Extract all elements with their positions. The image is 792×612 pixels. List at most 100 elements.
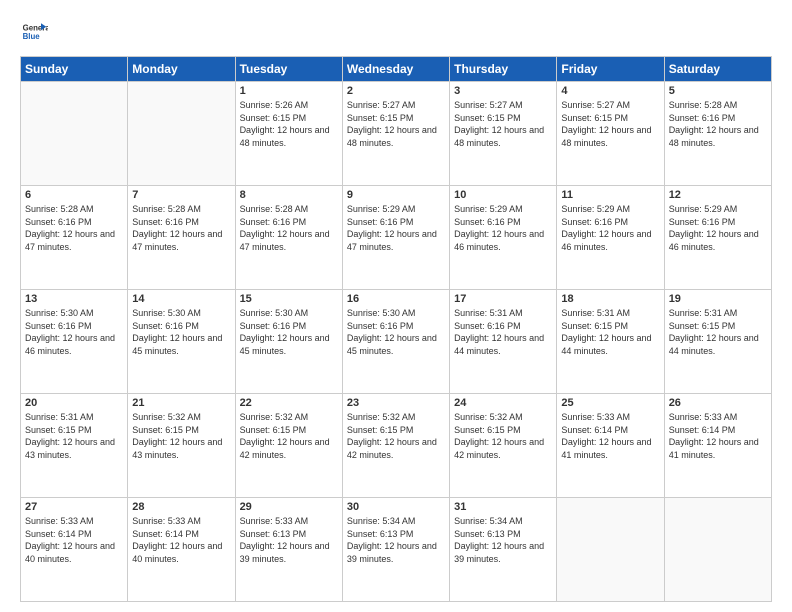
calendar-cell: 11 Sunrise: 5:29 AMSunset: 6:16 PMDayligh… [557,186,664,290]
page: General Blue Sunday Monday Tuesday Wedne… [0,0,792,612]
day-info: Sunrise: 5:31 AMSunset: 6:16 PMDaylight:… [454,307,552,357]
day-number: 30 [347,501,445,513]
calendar-cell: 16 Sunrise: 5:30 AMSunset: 6:16 PMDayligh… [342,290,449,394]
day-info: Sunrise: 5:34 AMSunset: 6:13 PMDaylight:… [454,515,552,565]
day-number: 20 [25,397,123,409]
calendar-cell: 14 Sunrise: 5:30 AMSunset: 6:16 PMDayligh… [128,290,235,394]
calendar-cell: 23 Sunrise: 5:32 AMSunset: 6:15 PMDayligh… [342,394,449,498]
day-number: 29 [240,501,338,513]
day-number: 2 [347,85,445,97]
calendar-cell: 27Sunrise: 5:33 AMSunset: 6:14 PMDayligh… [21,498,128,602]
calendar-table: Sunday Monday Tuesday Wednesday Thursday… [20,56,772,602]
day-info: Sunrise: 5:33 AMSunset: 6:14 PMDaylight:… [132,515,230,565]
day-info: Sunrise: 5:27 AMSunset: 6:15 PMDaylight:… [454,99,552,149]
calendar-cell: 7Sunrise: 5:28 AMSunset: 6:16 PMDaylight… [128,186,235,290]
day-info: Sunrise: 5:29 AMSunset: 6:16 PMDaylight:… [454,203,552,253]
calendar-cell [664,498,771,602]
day-info: Sunrise: 5:32 AMSunset: 6:15 PMDaylight:… [347,411,445,461]
calendar-week-row: 6Sunrise: 5:28 AMSunset: 6:16 PMDaylight… [21,186,772,290]
day-number: 19 [669,293,767,305]
calendar-cell: 5 Sunrise: 5:28 AMSunset: 6:16 PMDaylight… [664,82,771,186]
day-number: 3 [454,85,552,97]
calendar-cell: 31 Sunrise: 5:34 AMSunset: 6:13 PMDayligh… [450,498,557,602]
day-info: Sunrise: 5:31 AMSunset: 6:15 PMDaylight:… [25,411,123,461]
day-number: 4 [561,85,659,97]
calendar-week-row: 27 Sunrise: 5:33 AMSunset: 6:14 PMDayligh… [21,498,772,602]
day-info: Sunrise: 5:29 AMSunset: 6:16 PMDaylight:… [561,203,659,253]
day-number: 17 [454,293,552,305]
day-number: 11 [561,189,659,201]
col-sunday: Sunday [21,57,128,82]
day-number: 31 [454,501,552,513]
day-info: Sunrise: 5:31 AMSunset: 6:15 PMDaylight:… [669,307,767,357]
day-info: Sunrise: 5:34 AMSunset: 6:13 PMDaylight:… [347,515,445,565]
calendar-cell: 12Sunrise: 5:29 AMSunset: 6:16 PMDayligh… [664,186,771,290]
day-info: Sunrise: 5:27 AMSunset: 6:15 PMDaylight:… [561,99,659,149]
calendar-cell: 4 Sunrise: 5:27 AMSunset: 6:15 PMDaylight… [557,82,664,186]
calendar-cell: 18 Sunrise: 5:31 AMSunset: 6:15 PMDayligh… [557,290,664,394]
calendar-cell: 8Sunrise: 5:28 AMSunset: 6:16 PMDaylight… [235,186,342,290]
day-number: 24 [454,397,552,409]
day-info: Sunrise: 5:33 AMSunset: 6:14 PMDaylight:… [669,411,767,461]
calendar-cell: 15 Sunrise: 5:30 AMSunset: 6:16 PMDayligh… [235,290,342,394]
day-number: 28 [132,501,230,513]
logo: General Blue [20,18,52,46]
day-info: Sunrise: 5:30 AMSunset: 6:16 PMDaylight:… [25,307,123,357]
day-info: Sunrise: 5:28 AMSunset: 6:16 PMDaylight:… [669,99,767,149]
day-number: 26 [669,397,767,409]
calendar-cell: 25 Sunrise: 5:33 AMSunset: 6:14 PMDayligh… [557,394,664,498]
calendar-cell [557,498,664,602]
day-number: 14 [132,293,230,305]
day-number: 23 [347,397,445,409]
svg-text:Blue: Blue [23,32,41,41]
day-info: Sunrise: 5:27 AMSunset: 6:15 PMDaylight:… [347,99,445,149]
calendar-cell: 13Sunrise: 5:30 AMSunset: 6:16 PMDayligh… [21,290,128,394]
day-info: Sunrise: 5:32 AMSunset: 6:15 PMDaylight:… [132,411,230,461]
col-wednesday: Wednesday [342,57,449,82]
day-info: Sunrise: 5:28 AMSunset: 6:16 PMDaylight:… [132,203,230,253]
day-info: Sunrise: 5:30 AMSunset: 6:16 PMDaylight:… [240,307,338,357]
col-monday: Monday [128,57,235,82]
day-number: 16 [347,293,445,305]
day-number: 27 [25,501,123,513]
day-number: 9 [347,189,445,201]
col-saturday: Saturday [664,57,771,82]
day-info: Sunrise: 5:29 AMSunset: 6:16 PMDaylight:… [347,203,445,253]
calendar-header-row: Sunday Monday Tuesday Wednesday Thursday… [21,57,772,82]
day-number: 5 [669,85,767,97]
calendar-cell: 19 Sunrise: 5:31 AMSunset: 6:15 PMDayligh… [664,290,771,394]
day-info: Sunrise: 5:28 AMSunset: 6:16 PMDaylight:… [25,203,123,253]
calendar-cell: 2 Sunrise: 5:27 AMSunset: 6:15 PMDaylight… [342,82,449,186]
logo-icon: General Blue [20,18,48,46]
calendar-week-row: 13Sunrise: 5:30 AMSunset: 6:16 PMDayligh… [21,290,772,394]
day-number: 22 [240,397,338,409]
day-info: Sunrise: 5:32 AMSunset: 6:15 PMDaylight:… [240,411,338,461]
header: General Blue [20,18,772,46]
calendar-cell: 30 Sunrise: 5:34 AMSunset: 6:13 PMDayligh… [342,498,449,602]
day-info: Sunrise: 5:30 AMSunset: 6:16 PMDaylight:… [347,307,445,357]
day-number: 25 [561,397,659,409]
calendar-cell: 22 Sunrise: 5:32 AMSunset: 6:15 PMDayligh… [235,394,342,498]
calendar-cell: 17 Sunrise: 5:31 AMSunset: 6:16 PMDayligh… [450,290,557,394]
day-number: 18 [561,293,659,305]
day-info: Sunrise: 5:31 AMSunset: 6:15 PMDaylight:… [561,307,659,357]
calendar-cell [128,82,235,186]
calendar-cell: 6Sunrise: 5:28 AMSunset: 6:16 PMDaylight… [21,186,128,290]
col-tuesday: Tuesday [235,57,342,82]
calendar-cell: 28 Sunrise: 5:33 AMSunset: 6:14 PMDayligh… [128,498,235,602]
calendar-cell: 21 Sunrise: 5:32 AMSunset: 6:15 PMDayligh… [128,394,235,498]
day-info: Sunrise: 5:28 AMSunset: 6:16 PMDaylight:… [240,203,338,253]
day-info: Sunrise: 5:29 AMSunset: 6:16 PMDaylight:… [669,203,767,253]
calendar-cell [21,82,128,186]
day-number: 15 [240,293,338,305]
day-number: 21 [132,397,230,409]
calendar-week-row: 20 Sunrise: 5:31 AMSunset: 6:15 PMDayligh… [21,394,772,498]
calendar-cell: 9 Sunrise: 5:29 AMSunset: 6:16 PMDaylight… [342,186,449,290]
day-info: Sunrise: 5:33 AMSunset: 6:14 PMDaylight:… [561,411,659,461]
day-info: Sunrise: 5:30 AMSunset: 6:16 PMDaylight:… [132,307,230,357]
calendar-cell: 1Sunrise: 5:26 AMSunset: 6:15 PMDaylight… [235,82,342,186]
calendar-week-row: 1Sunrise: 5:26 AMSunset: 6:15 PMDaylight… [21,82,772,186]
day-number: 1 [240,85,338,97]
col-friday: Friday [557,57,664,82]
calendar-cell: 24Sunrise: 5:32 AMSunset: 6:15 PMDayligh… [450,394,557,498]
